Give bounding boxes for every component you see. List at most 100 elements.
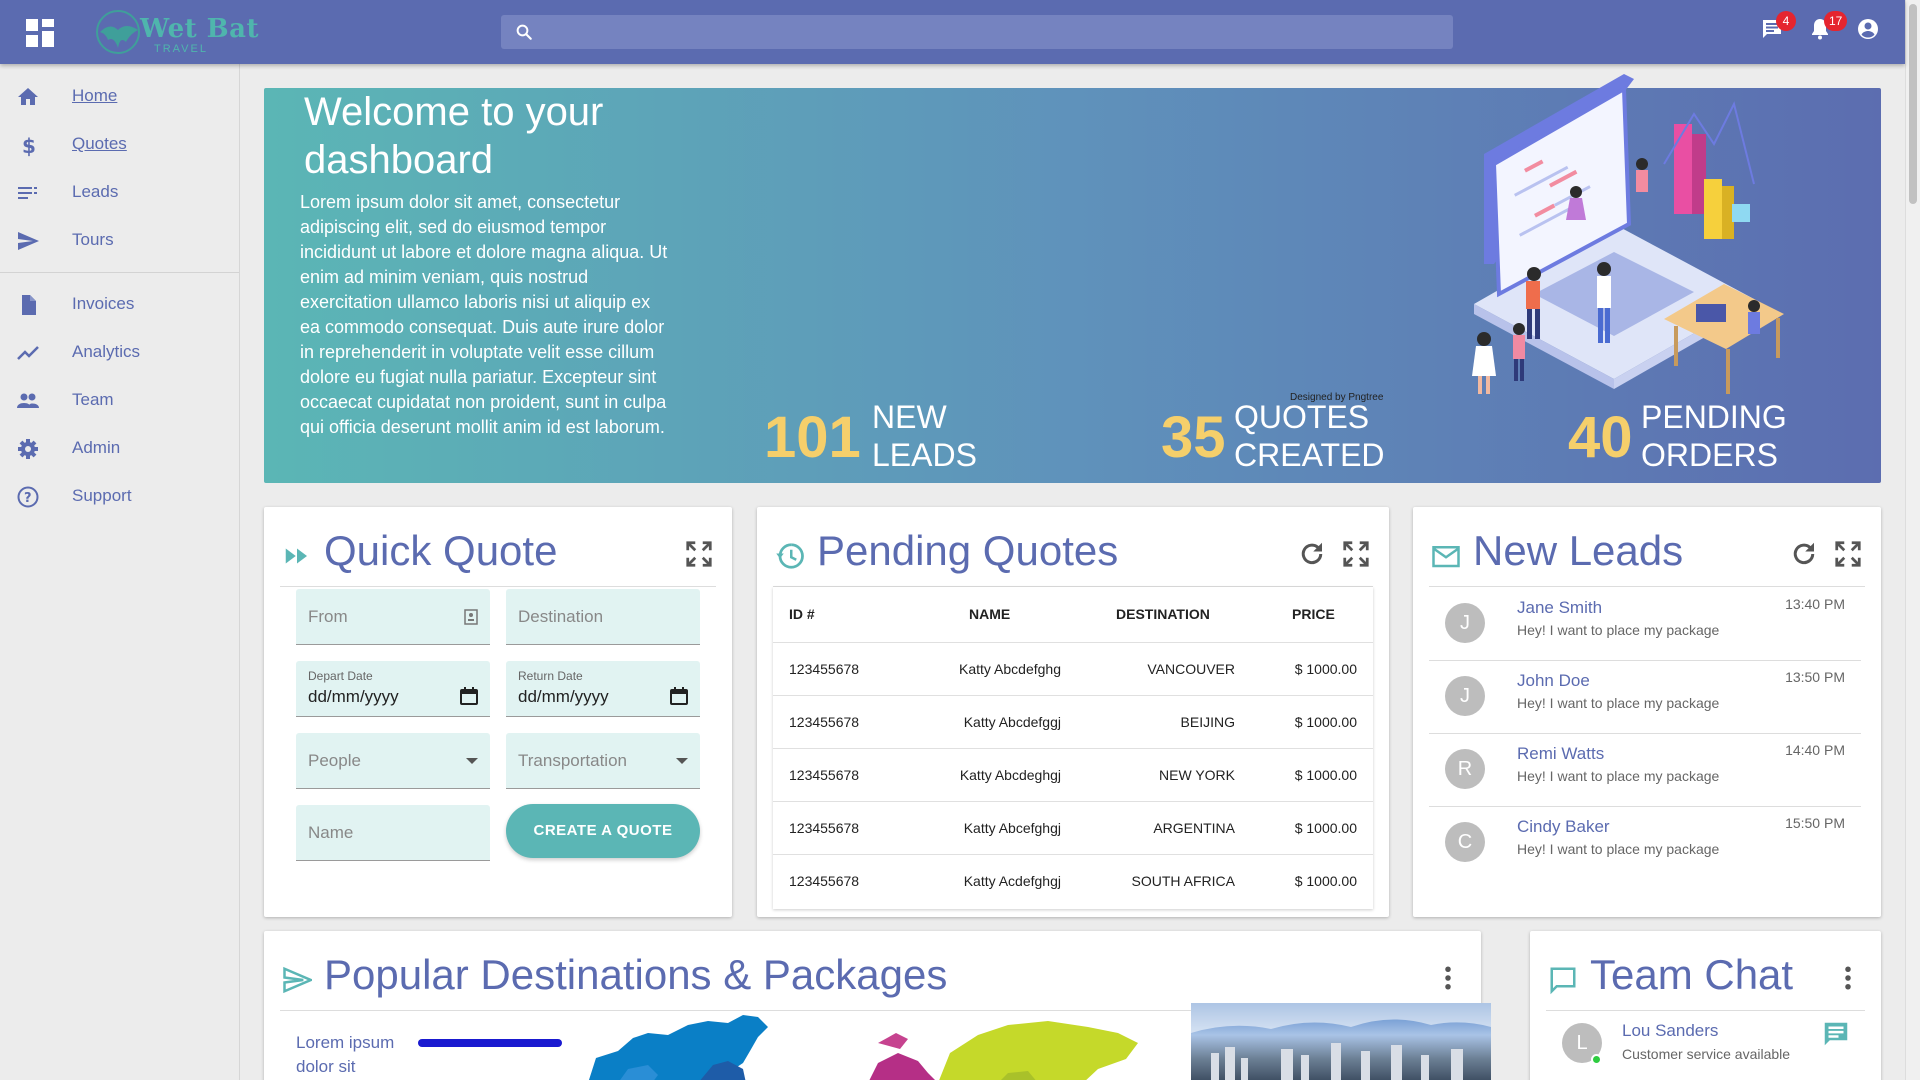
refresh-icon[interactable] <box>1297 539 1327 569</box>
lead-name[interactable]: Remi Watts <box>1517 744 1604 764</box>
lead-name[interactable]: Jane Smith <box>1517 598 1602 618</box>
card-header: Popular Destinations & Packages <box>280 951 1465 1011</box>
cell-id: 123455678 <box>789 714 860 730</box>
sidebar-item-admin[interactable]: Admin <box>0 424 239 472</box>
sidebar-item-label: Support <box>72 486 132 505</box>
scrollbar-thumb[interactable] <box>1909 4 1917 204</box>
team-chat-card: Team Chat L Lou Sanders Customer service… <box>1530 931 1881 1080</box>
avatar: J <box>1445 603 1485 643</box>
lead-time: 13:50 PM <box>1785 669 1845 685</box>
city-photo[interactable] <box>1191 1003 1491 1080</box>
cell-id: 123455678 <box>789 820 860 836</box>
page-scrollbar[interactable] <box>1905 0 1920 1080</box>
notifications-badge: 17 <box>1824 11 1848 31</box>
table-row[interactable]: 123455678 Katty Acdefghgj SOUTH AFRICA $… <box>773 854 1373 907</box>
fullscreen-icon[interactable] <box>684 539 714 569</box>
people-select[interactable]: People <box>296 733 490 789</box>
lead-time: 15:50 PM <box>1785 815 1845 831</box>
logo-title: Wet Bat <box>140 14 260 44</box>
dropdown-arrow-icon <box>676 758 688 764</box>
name-placeholder: Name <box>308 823 354 842</box>
account-button[interactable] <box>1856 17 1884 45</box>
svg-text:?: ? <box>24 491 32 506</box>
welcome-title: Welcome to your dashboard <box>304 90 604 182</box>
contact-card-icon <box>464 609 478 625</box>
sidebar-item-support[interactable]: ? Support <box>0 472 239 520</box>
destination-field[interactable]: Destination <box>506 589 700 645</box>
sidebar-item-leads[interactable]: Leads <box>0 168 239 216</box>
logo-subtitle: TRAVEL <box>154 43 208 55</box>
world-map-image[interactable] <box>578 1003 1172 1080</box>
column-header: DESTINATION <box>1116 606 1210 622</box>
cell-name: Katty Acdefghgj <box>963 873 1061 889</box>
chat-bubble-icon <box>1550 967 1576 995</box>
more-vert-icon[interactable] <box>1433 963 1463 993</box>
lead-item[interactable]: C Cindy Baker Hey! I want to place my pa… <box>1429 807 1861 880</box>
lead-message: Hey! I want to place my package <box>1517 768 1720 784</box>
cell-price: $ 1000.00 <box>1294 873 1357 889</box>
table-row[interactable]: 123455678 Katty Abcdeghgj NEW YORK $ 100… <box>773 748 1373 801</box>
lead-time: 14:40 PM <box>1785 742 1845 758</box>
create-quote-button[interactable]: CREATE A QUOTE <box>506 804 700 858</box>
stat-label: PENDING ORDERS <box>1641 399 1787 473</box>
from-field[interactable]: From <box>296 589 490 645</box>
fullscreen-icon[interactable] <box>1833 539 1863 569</box>
calendar-icon[interactable] <box>670 687 688 705</box>
sidebar-item-team[interactable]: Team <box>0 376 239 424</box>
lead-name[interactable]: Cindy Baker <box>1517 817 1610 837</box>
column-header: PRICE <box>1292 606 1335 622</box>
send-icon <box>18 232 39 250</box>
cell-destination: VANCOUVER <box>1147 661 1235 677</box>
online-status-dot <box>1591 1054 1602 1065</box>
card-header: Quick Quote <box>280 527 716 587</box>
table-row[interactable]: 123455678 Katty Abcdefghg VANCOUVER $ 10… <box>773 642 1373 695</box>
dashboard-icon[interactable] <box>26 19 54 47</box>
sidebar-item-tours[interactable]: Tours <box>0 216 239 264</box>
welcome-text: Lorem ipsum dolor sit amet, consectetur … <box>300 192 668 437</box>
sidebar-item-quotes[interactable]: $ Quotes <box>0 120 239 168</box>
messages-button[interactable]: 4 <box>1760 11 1796 45</box>
name-field[interactable]: Name <box>296 805 490 861</box>
message-icon[interactable] <box>1821 1019 1851 1049</box>
search-input[interactable] <box>547 15 1437 49</box>
lead-name[interactable]: John Doe <box>1517 671 1590 691</box>
stat-number: 40 <box>1568 405 1633 470</box>
sidebar-item-invoices[interactable]: Invoices <box>0 280 239 328</box>
fast-forward-icon <box>285 548 307 564</box>
history-icon <box>776 543 804 569</box>
calendar-icon[interactable] <box>460 687 478 705</box>
sidebar: Home $ Quotes Leads Tours Invoices Analy… <box>0 64 240 1080</box>
refresh-icon[interactable] <box>1789 539 1819 569</box>
depart-date-label: Depart Date <box>308 669 373 683</box>
stat-quotes-created: 35 QUOTES CREATED <box>1161 398 1421 473</box>
return-date-value: dd/mm/yyyy <box>518 687 609 706</box>
search-bar <box>501 15 1453 49</box>
return-date-field[interactable]: Return Date dd/mm/yyyy <box>506 661 700 717</box>
lead-message: Hey! I want to place my package <box>1517 695 1720 711</box>
card-header: Team Chat <box>1546 951 1865 1011</box>
chat-contact[interactable]: L Lou Sanders Customer service available <box>1546 1017 1865 1077</box>
lead-item[interactable]: R Remi Watts Hey! I want to place my pac… <box>1429 734 1861 807</box>
carousel-indicator[interactable] <box>418 1039 562 1047</box>
destination-placeholder: Destination <box>518 607 604 626</box>
column-header: NAME <box>969 606 1011 622</box>
sidebar-item-analytics[interactable]: Analytics <box>0 328 239 376</box>
transportation-select[interactable]: Transportation <box>506 733 700 789</box>
lead-item[interactable]: J Jane Smith Hey! I want to place my pac… <box>1429 588 1861 661</box>
mail-icon <box>1432 546 1460 568</box>
table-row[interactable]: 123455678 Katty Abcdefggj BEIJING $ 1000… <box>773 695 1373 748</box>
table-row[interactable]: 123455678 Katty Abcefghgj ARGENTINA $ 10… <box>773 801 1373 854</box>
more-vert-icon[interactable] <box>1833 963 1863 993</box>
pending-quotes-card: Pending Quotes ID # NAME DESTINATION PRI… <box>757 507 1389 917</box>
lead-item[interactable]: J John Doe Hey! I want to place my packa… <box>1429 661 1861 734</box>
avatar: R <box>1445 749 1485 789</box>
sidebar-item-home[interactable]: Home <box>0 72 239 120</box>
notifications-button[interactable]: 17 <box>1808 11 1848 45</box>
city-skyline-image <box>1191 1003 1491 1080</box>
cell-name: Katty Abcdefggj <box>963 714 1061 730</box>
fullscreen-icon[interactable] <box>1341 539 1371 569</box>
welcome-banner: Welcome to your dashboard Lorem ipsum do… <box>264 74 1881 483</box>
depart-date-field[interactable]: Depart Date dd/mm/yyyy <box>296 661 490 717</box>
wet-bat-logo[interactable]: Wet Bat TRAVEL <box>92 8 272 56</box>
cell-destination: SOUTH AFRICA <box>1131 873 1235 889</box>
